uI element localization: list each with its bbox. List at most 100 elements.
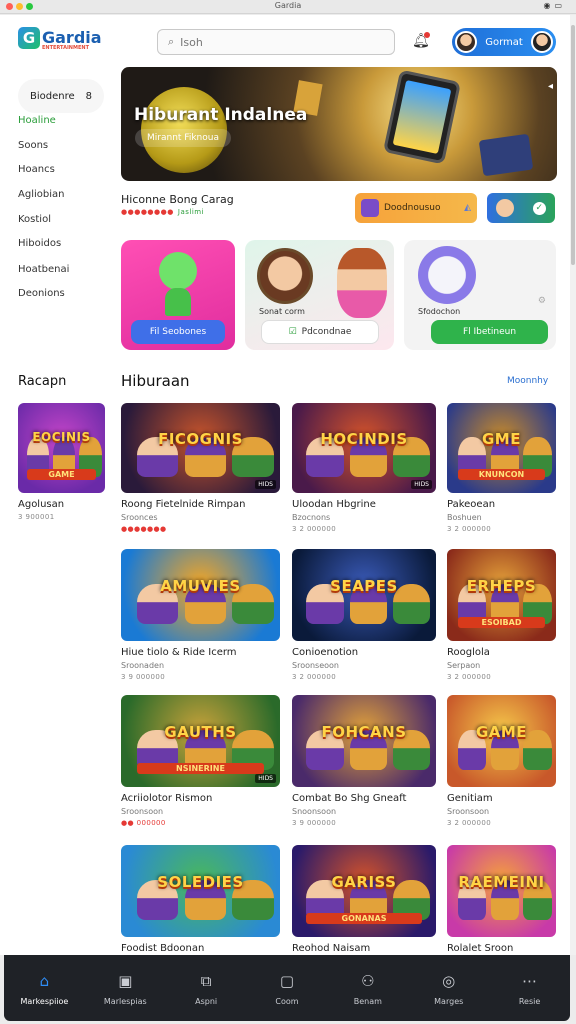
promo-card-3-button-label: Fl Ibetineun (462, 327, 517, 337)
logo-mark-icon: G (18, 27, 40, 49)
sidebar-item-kostiol[interactable]: Kostiol (18, 214, 51, 225)
tab-label: Benam (353, 996, 382, 1006)
game-title[interactable]: Conioenotion (292, 647, 358, 658)
game-title[interactable]: Agolusan (18, 499, 64, 510)
game-thumbnail-title: SOLEDIES (157, 872, 244, 891)
character-avatar-graphic (418, 246, 476, 304)
sidebar-item-deonions[interactable]: Deonions (18, 288, 65, 299)
wifi-icon: ◉ (543, 1, 551, 10)
promo-card-3[interactable]: Sfodochon ⚙ Fl Ibetineun (404, 240, 556, 350)
game-title[interactable]: Combat Bo Shg Gneaft (292, 793, 406, 804)
promo-card-1-button[interactable]: Fil Seobones (131, 320, 225, 344)
bottom-tab-bar: ⌂ Markespiioe ▣ Marlespias ⧉ Aspni ▢ Coom ⚇ B… (4, 955, 570, 1021)
tab-aspni[interactable]: ⧉ Aspni (166, 955, 247, 1021)
sidebar-item-agliobian[interactable]: Agliobian (18, 189, 64, 200)
game-title[interactable]: Rolalet Sroon (447, 943, 513, 954)
promo-card-2-button[interactable]: ☑ Pdcondnae (261, 320, 379, 344)
game-thumbnail[interactable]: GAME (447, 695, 556, 787)
game-category: Sroonces (121, 513, 158, 522)
game-title[interactable]: Rooglola (447, 647, 490, 658)
game-thumbnail-title: GAUTHS (164, 722, 237, 741)
notification-button[interactable]: 🔔︎ (412, 32, 434, 53)
sidebar-item-hoaline[interactable]: Hoaline (18, 115, 56, 126)
game-title[interactable]: Foodist Bdoonan (121, 943, 204, 954)
tab-label: Aspni (195, 996, 218, 1006)
game-rating: ●●●●●●● (121, 525, 167, 533)
game-title[interactable]: Hiue tiolo & Ride Icerm (121, 647, 237, 658)
scrollbar[interactable] (570, 15, 576, 955)
download-button-label: Doodnousuo (384, 203, 441, 213)
sidebar-item-soons[interactable]: Soons (18, 140, 48, 151)
see-more-link[interactable]: Moonnhy (507, 376, 548, 386)
tab-resie[interactable]: ⋯ Resie (489, 955, 570, 1021)
settings-icon[interactable]: ⚙ (538, 296, 546, 306)
promo-card-2[interactable]: Sonat corm ☑ Pdcondnae (245, 240, 394, 350)
battery-icon: ▭ (554, 1, 562, 10)
sidebar-category-selector[interactable]: Biodenre 8 (18, 79, 104, 113)
avatar-secondary (531, 31, 553, 53)
sidebar-item-hoatbenai[interactable]: Hoatbenai (18, 264, 69, 275)
game-thumbnail-subtitle: GAME (26, 469, 97, 481)
game-thumbnail[interactable]: SEAPES (292, 549, 436, 641)
game-thumbnail[interactable]: AMUVIES (121, 549, 280, 641)
chevron-right-icon[interactable]: ◂ (548, 81, 553, 92)
game-thumbnail[interactable]: GME KNUNCON (447, 403, 556, 493)
puzzle-icon: ⧉ (200, 971, 212, 990)
game-thumbnail[interactable]: ERHEPS ESOIBAD (447, 549, 556, 641)
promo-card-2-label: Sonat corm (259, 307, 305, 316)
game-thumbnail[interactable]: EOCINIS GAME (18, 403, 105, 493)
hero-button[interactable]: Mirannt Fiknoua (135, 129, 231, 147)
tab-marlespias[interactable]: ▣ Marlespias (85, 955, 166, 1021)
game-title[interactable]: Pakeoean (447, 499, 495, 510)
game-thumbnail[interactable]: RAEMEINI (447, 845, 556, 937)
game-thumbnail-subtitle: ESOIBAD (457, 617, 546, 629)
featured-title: Hiconne Bong Carag (121, 193, 234, 206)
game-rating: 3 9 000000 (292, 819, 337, 827)
profile-button[interactable]: Gormat (452, 28, 556, 56)
tab-coom[interactable]: ▢ Coom (247, 955, 328, 1021)
bag-icon: ▣ (118, 971, 133, 990)
download-button[interactable]: Doodnousuo ◭ (355, 193, 477, 223)
section-title-main: Hiburaan (121, 372, 190, 390)
game-thumbnail[interactable]: GARISS GONANAS (292, 845, 436, 937)
game-category: Boshuen (447, 513, 482, 522)
game-title[interactable]: Genitiam (447, 793, 493, 804)
tab-benam[interactable]: ⚇ Benam (327, 955, 408, 1021)
featured-rating: ●●●●●●●● Jaslimi (121, 208, 204, 216)
promo-card-3-button[interactable]: Fl Ibetineun (431, 320, 548, 344)
promo-card-1[interactable]: Fil Seobones (121, 240, 235, 350)
promo-card-3-label: Sfodochon (418, 307, 461, 316)
app-window: G Gardia ENTERTAINMENT ⌕ Isoh 🔔︎ Gormat … (0, 15, 570, 955)
game-thumbnail-title: GARISS (331, 872, 397, 891)
game-thumbnail[interactable]: HOCINDIS HIDS (292, 403, 436, 493)
game-title[interactable]: Acriiolotor Rismon (121, 793, 212, 804)
search-input[interactable]: ⌕ Isoh (157, 29, 395, 55)
profile-name: Gormat (485, 36, 523, 48)
home-icon: ⌂ (39, 971, 50, 990)
more-icon: ⋯ (522, 971, 538, 990)
friends-button[interactable]: ✓ (487, 193, 555, 223)
game-thumbnail[interactable]: FICOGNIS HIDS (121, 403, 280, 493)
game-thumbnail[interactable]: FOHCANS (292, 695, 436, 787)
status-icons: ◉ ▭ (543, 1, 562, 10)
game-title[interactable]: Roong Fietelnide Rimpan (121, 499, 245, 510)
logo[interactable]: G Gardia ENTERTAINMENT (18, 27, 102, 51)
sidebar-item-hiboidos[interactable]: Hiboidos (18, 238, 61, 249)
scrollbar-thumb[interactable] (571, 25, 575, 265)
game-thumbnail[interactable]: SOLEDIES (121, 845, 280, 937)
game-thumbnail[interactable]: GAUTHS NSINERINE HIDS (121, 695, 280, 787)
game-category: Bzocnons (292, 513, 331, 522)
game-rating: ●● 000000 (121, 819, 166, 827)
game-category: Snoonsoon (292, 807, 337, 816)
game-title[interactable]: Uloodan Hbgrine (292, 499, 376, 510)
sidebar-item-hoancs[interactable]: Hoancs (18, 164, 55, 175)
game-thumbnail-title: SEAPES (330, 576, 398, 595)
check-icon: ☑ (288, 327, 297, 337)
hero-banner[interactable]: Hiburant Indalnea Mirannt Fiknoua ◂ (121, 67, 557, 181)
game-thumbnail-title: ERHEPS (466, 576, 537, 595)
game-title[interactable]: Reohod Naisam (292, 943, 370, 954)
sidebar-head-count: 8 (85, 90, 92, 102)
tab-marges[interactable]: ◎ Marges (408, 955, 489, 1021)
game-thumbnail-title: RAEMEINI (458, 872, 545, 891)
tab-markespiioe[interactable]: ⌂ Markespiioe (4, 955, 85, 1021)
